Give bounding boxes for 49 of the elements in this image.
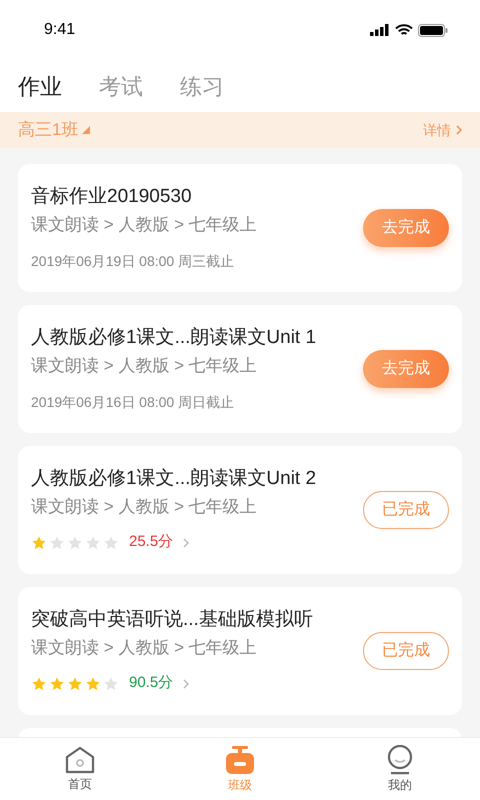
assignment-path: 课文朗读 > 人教版 > 七年级上 — [31, 496, 258, 518]
chevron-right-icon — [183, 538, 190, 548]
star-icon — [85, 534, 101, 550]
assignment-path: 课文朗读 > 人教版 > 七年级上 — [31, 355, 258, 377]
user-icon — [386, 744, 414, 774]
tab[interactable]: 作业 — [18, 70, 62, 102]
score-text[interactable]: 25.5分 — [129, 531, 174, 554]
triangle-icon — [82, 126, 90, 134]
status-time: 9:41 — [44, 20, 76, 40]
score-text[interactable]: 90.5分 — [129, 672, 174, 695]
home-icon — [65, 746, 95, 774]
completed-button[interactable]: 已完成 — [363, 632, 449, 670]
assignment-path: 课文朗读 > 人教版 > 七年级上 — [31, 637, 258, 660]
star-icon — [49, 676, 65, 692]
briefcase-icon — [224, 744, 256, 774]
assignment-title: 突破高中英语听说...基础版模拟听 — [31, 608, 314, 632]
star-icon — [103, 676, 119, 692]
assignment-card[interactable]: 音标作业20190530 课文朗读 > 人教版 > 七年级上 2019年06月19日 08:00 周三截止 去完成 — [18, 164, 462, 292]
class-selector[interactable]: 高三1班 — [18, 117, 90, 143]
nav-tab[interactable]: 班级 — [160, 738, 320, 800]
deadline-text: 2019年06月19日 08:00 周三截止 — [31, 252, 236, 271]
chevron-right-icon — [183, 678, 190, 688]
battery-icon — [418, 24, 448, 36]
star-icon — [67, 676, 83, 692]
star-icon — [85, 676, 101, 692]
assignment-title: 人教版必修1课文...朗读课文Unit 2 — [31, 467, 318, 492]
star-icon — [31, 534, 47, 550]
complete-button[interactable]: 去完成 — [363, 350, 449, 388]
star-icon — [67, 534, 83, 550]
tab[interactable]: 练习 — [180, 70, 224, 102]
deadline-text: 2019年06月16日 08:00 周日截止 — [31, 393, 236, 412]
star-icon — [103, 534, 119, 550]
assignment-card[interactable]: 人教版必修1课文...朗读课文Unit 1 课文朗读 > 人教版 > 七年级上 2019年06月16日 08:00 周日截止 去完成 — [18, 305, 462, 433]
assignment-title: 人教版必修1课文...朗读课文Unit 1 — [31, 326, 318, 350]
assignment-card[interactable]: 人教版必修1课文...朗读课文Unit 2 课文朗读 > 人教版 > 七年级上 25.5分 已完成 — [18, 446, 462, 574]
wifi-icon — [395, 24, 413, 36]
tab[interactable]: 考试 — [99, 70, 143, 102]
chevron-right-icon — [456, 125, 462, 135]
completed-button[interactable]: 已完成 — [363, 491, 449, 529]
details-link[interactable]: 详情 — [423, 120, 462, 140]
complete-button[interactable]: 去完成 — [363, 209, 449, 247]
assignment-title: 音标作业20190530 — [31, 185, 193, 209]
assignment-card[interactable]: 突破高中英语听说...基础版模拟听 课文朗读 > 人教版 > 七年级上 90.5分 已完成 — [18, 587, 462, 715]
star-icon — [49, 534, 65, 550]
signal-icon — [370, 24, 390, 36]
assignment-path: 课文朗读 > 人教版 > 七年级上 — [31, 214, 258, 236]
star-icon — [31, 676, 47, 692]
nav-tab[interactable]: 我的 — [320, 738, 480, 800]
nav-tab[interactable]: 首页 — [0, 738, 160, 800]
